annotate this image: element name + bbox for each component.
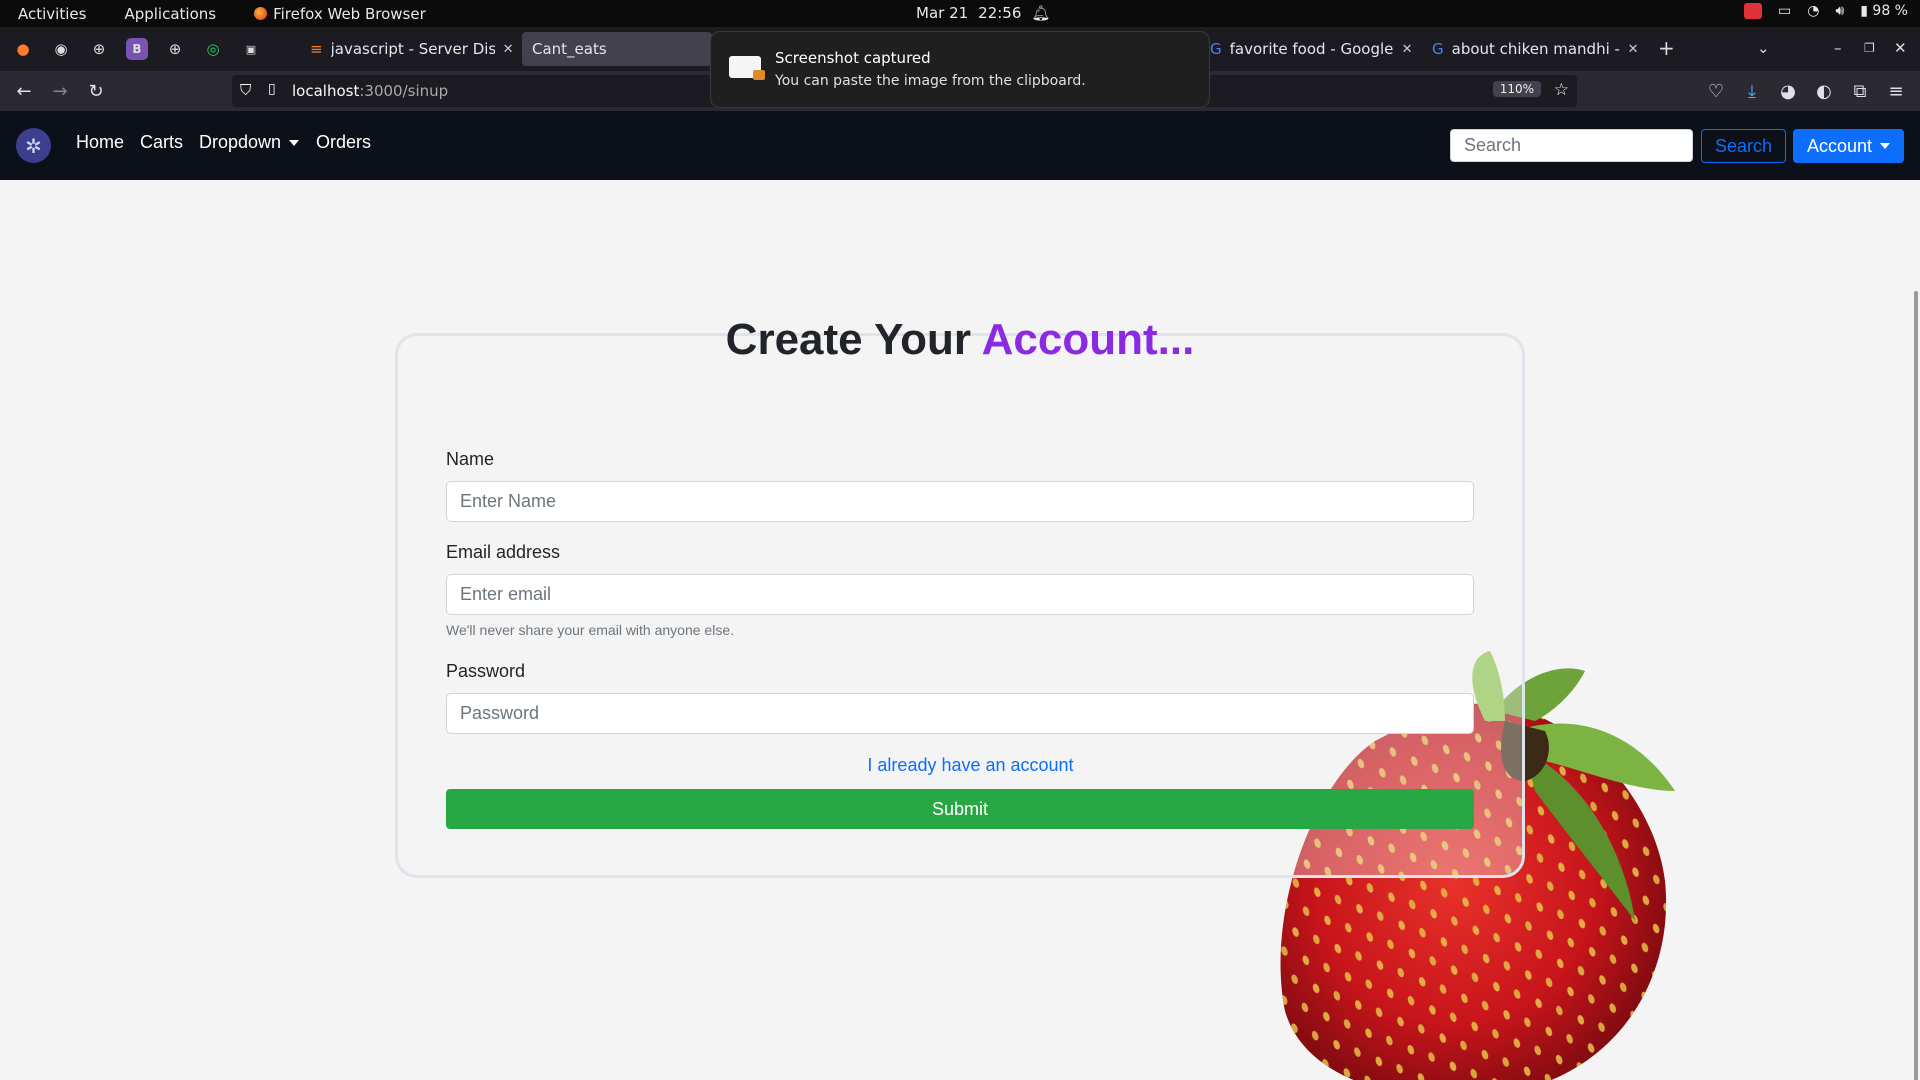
notification-title: Screenshot captured	[775, 49, 931, 67]
search-button[interactable]: Search	[1701, 129, 1786, 163]
tab-javascript[interactable]: ≡ javascript - Server Discov ✕	[300, 32, 523, 66]
zoom-indicator[interactable]: 110%	[1492, 81, 1541, 97]
tab-title: Cant_eats	[532, 40, 607, 58]
firefox-menu-icon[interactable]: ●	[12, 38, 34, 60]
url-text[interactable]: localhost:3000/sinup	[292, 82, 448, 100]
applications-menu[interactable]: Applications	[124, 5, 216, 23]
firefox-icon	[254, 7, 268, 20]
back-icon[interactable]: ←	[12, 79, 36, 103]
caret-down-icon	[1880, 143, 1891, 149]
account-icon[interactable]: ◕	[1776, 79, 1800, 103]
screenshot-icon	[729, 56, 765, 80]
site-search-input[interactable]: Search	[1450, 129, 1693, 162]
pocket-icon[interactable]: ♡	[1704, 79, 1728, 103]
downloads-icon[interactable]: ⤓	[1740, 79, 1764, 103]
close-tab-icon[interactable]: ✕	[503, 42, 514, 57]
screen-icon: ▭	[1777, 3, 1792, 19]
password-label: Password	[446, 661, 526, 681]
restore-icon[interactable]: ❐	[1864, 41, 1875, 55]
whatsapp-icon[interactable]: ◎	[202, 38, 224, 60]
system-top-bar: Activities Applications Firefox Web Brow…	[0, 0, 1920, 27]
name-label: Name	[446, 449, 495, 469]
email-help-text: We'll never share your email with anyone…	[446, 622, 734, 638]
close-tab-icon[interactable]: ✕	[1628, 42, 1639, 57]
screenshot-notification[interactable]: Screenshot captured You can paste the im…	[710, 31, 1210, 108]
globe-icon[interactable]: ⊕	[88, 38, 110, 60]
notification-body: You can paste the image from the clipboa…	[775, 73, 1086, 89]
system-tray[interactable]: ▭ ◔ 🔊︎ ▮ 98 %	[1743, 3, 1908, 19]
tab-cant-eats[interactable]: Cant_eats	[522, 32, 712, 66]
list-tabs-icon[interactable]: ⌄	[1757, 39, 1770, 57]
screen-record-icon[interactable]	[1743, 3, 1762, 19]
bootstrap-icon[interactable]: B	[126, 38, 148, 60]
form-title-accent: Account...	[981, 315, 1195, 364]
password-input[interactable]: Password	[446, 693, 1474, 734]
extensions-icon[interactable]: ⧉	[1848, 79, 1872, 103]
google-icon: G	[1210, 40, 1222, 58]
minimize-icon[interactable]: –	[1834, 39, 1842, 57]
volume-icon: 🔊︎	[1835, 3, 1845, 19]
nav-carts[interactable]: Carts	[140, 132, 183, 153]
clock[interactable]: Mar 21 22:56 🔔︎	[916, 4, 1050, 22]
tab-title: about chiken mandhi - Go	[1451, 40, 1620, 58]
stackoverflow-icon: ≡	[310, 40, 323, 58]
page-scrollbar[interactable]	[1914, 291, 1918, 1080]
account-label: Account	[1806, 135, 1873, 156]
forward-icon[interactable]: →	[48, 79, 72, 103]
nav-dropdown[interactable]: Dropdown	[199, 132, 300, 153]
url-host: localhost	[292, 82, 360, 100]
close-tab-icon[interactable]: ✕	[1402, 42, 1413, 57]
tab-title: favorite food - Google Se	[1229, 40, 1394, 58]
globe-icon[interactable]: ⊕	[164, 38, 186, 60]
nav-dropdown-label: Dropdown	[199, 132, 282, 152]
github-icon[interactable]: ◉	[50, 38, 72, 60]
activities-button[interactable]: Activities	[18, 5, 86, 23]
form-title-main: Create Your	[725, 315, 972, 364]
close-window-icon[interactable]: ✕	[1894, 39, 1907, 57]
wifi-icon: ◔	[1807, 3, 1820, 19]
email-label: Email address	[446, 542, 561, 562]
extension-icon[interactable]: ◐	[1812, 79, 1836, 103]
shield-icon[interactable]: ⛉	[240, 81, 251, 99]
url-path: :3000/sinup	[359, 82, 449, 100]
site-logo-icon[interactable]: ✲	[16, 128, 51, 163]
reload-icon[interactable]: ↻	[84, 79, 108, 103]
nav-orders[interactable]: Orders	[316, 132, 371, 153]
login-link[interactable]: I already have an account	[0, 755, 1920, 776]
active-app-indicator[interactable]: Firefox Web Browser	[254, 5, 426, 23]
caret-down-icon	[289, 140, 300, 147]
nav-home[interactable]: Home	[76, 132, 124, 153]
menu-icon[interactable]: ≡	[1884, 79, 1908, 103]
battery-indicator: ▮ 98 %	[1860, 3, 1908, 19]
tab-favorite-food[interactable]: G favorite food - Google Se ✕	[1200, 32, 1423, 66]
tab-chiken-mandhi[interactable]: G about chiken mandhi - Go ✕	[1422, 32, 1649, 66]
form-title: Create Your Account...	[0, 315, 1920, 365]
bookmark-star-icon[interactable]: ☆	[1554, 80, 1569, 100]
google-icon: G	[1432, 40, 1444, 58]
submit-button[interactable]: Submit	[446, 789, 1474, 829]
pinned-tabs: ● ◉ ⊕ B ⊕ ◎ ▣	[0, 38, 262, 60]
tab-title: javascript - Server Discov	[330, 40, 495, 58]
battery-label: 98 %	[1872, 3, 1908, 19]
active-app-label: Firefox Web Browser	[273, 4, 426, 23]
tab-icon[interactable]: ▣	[240, 38, 262, 60]
email-input[interactable]: Enter email	[446, 574, 1474, 615]
account-dropdown-button[interactable]: Account	[1793, 129, 1904, 163]
new-tab-icon[interactable]: +	[1658, 36, 1675, 60]
name-input[interactable]: Enter Name	[446, 481, 1474, 522]
page-icon[interactable]: ▯	[268, 81, 276, 97]
bell-icon: 🔔︎	[1031, 4, 1051, 22]
date-label: Mar 21	[916, 4, 969, 22]
site-navbar: ✲ Home Carts Dropdown Orders Search Sear…	[0, 111, 1920, 180]
time-label: 22:56	[978, 4, 1022, 22]
page-content: ✲ Home Carts Dropdown Orders Search Sear…	[0, 111, 1920, 1080]
